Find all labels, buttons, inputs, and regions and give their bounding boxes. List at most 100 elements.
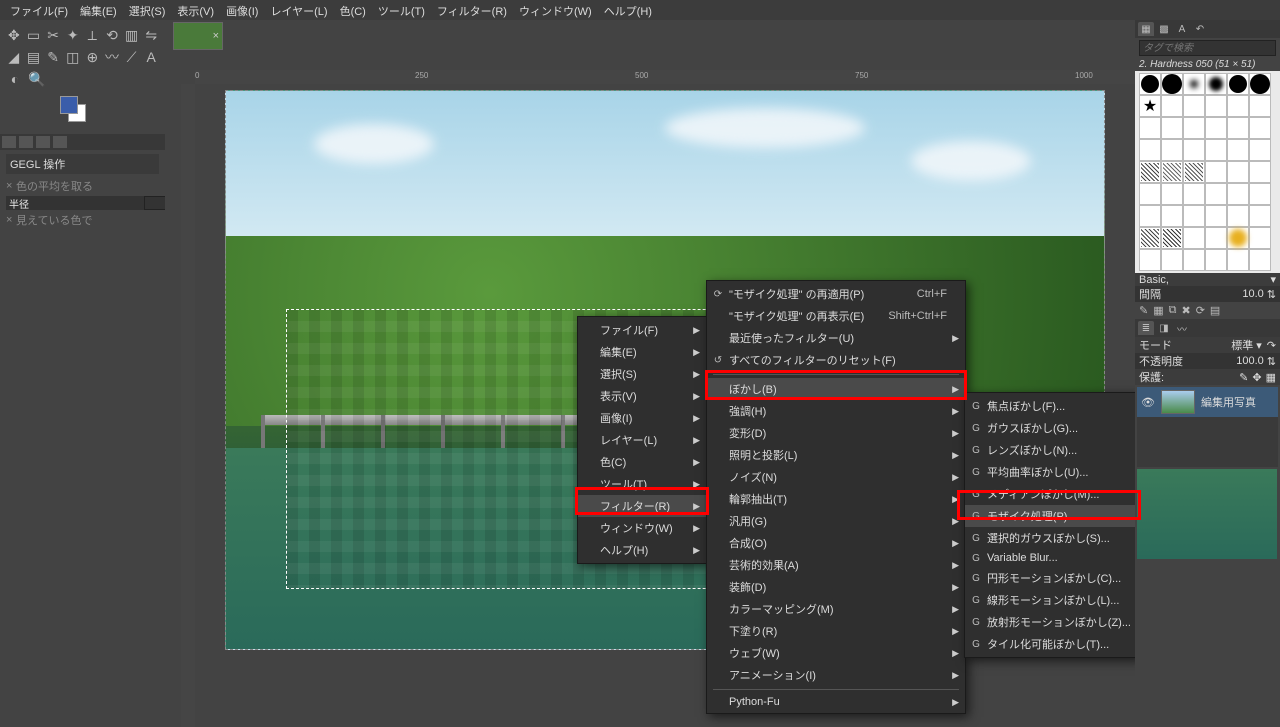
tool-path[interactable]: ⟋: [123, 47, 141, 67]
menu-item[interactable]: Gガウスぼかし(G)...: [965, 417, 1138, 439]
tool-pencil[interactable]: ✎: [44, 47, 62, 67]
brush-item[interactable]: [1205, 205, 1227, 227]
close-icon[interactable]: ×: [213, 30, 219, 42]
brush-item[interactable]: [1205, 95, 1227, 117]
brush-item[interactable]: [1161, 183, 1183, 205]
close-icon[interactable]: ×: [6, 180, 16, 192]
tool-flip[interactable]: ⇋: [142, 25, 160, 45]
menu-item[interactable]: フィルター(R)▶: [578, 495, 706, 517]
tool-gradient[interactable]: ▤: [25, 47, 43, 67]
brush-item[interactable]: [1161, 205, 1183, 227]
menubar-item[interactable]: 選択(S): [123, 2, 172, 18]
menu-item[interactable]: 最近使ったフィルター(U)▶: [707, 327, 965, 349]
paths-tab-icon[interactable]: 〰: [1174, 321, 1190, 335]
tool-fuzzy-select[interactable]: ✦: [64, 25, 82, 45]
menubar-item[interactable]: 編集(E): [74, 2, 123, 18]
brush-item[interactable]: [1227, 205, 1249, 227]
menu-item[interactable]: 色(C)▶: [578, 451, 706, 473]
refresh-icon[interactable]: ⟳: [1196, 304, 1205, 317]
brush-item[interactable]: [1183, 139, 1205, 161]
brush-item[interactable]: [1161, 139, 1183, 161]
context-menu-main[interactable]: ファイル(F)▶編集(E)▶選択(S)▶表示(V)▶画像(I)▶レイヤー(L)▶…: [577, 316, 707, 564]
reset-icon[interactable]: ↷: [1267, 339, 1276, 352]
opacity-value[interactable]: 100.0: [1236, 355, 1264, 367]
delete-icon[interactable]: ✖: [1181, 304, 1190, 317]
brush-item[interactable]: [1161, 117, 1183, 139]
new-icon[interactable]: ▦: [1153, 304, 1163, 317]
menu-item[interactable]: G選択的ガウスぼかし(S)...: [965, 527, 1138, 549]
brush-item[interactable]: [1183, 95, 1205, 117]
menu-item[interactable]: Gタイル化可能ぼかし(T)...: [965, 633, 1138, 655]
menu-item[interactable]: ツール(T)▶: [578, 473, 706, 495]
menu-item[interactable]: G焦点ぼかし(F)...: [965, 395, 1138, 417]
brush-item[interactable]: [1205, 183, 1227, 205]
image-tab[interactable]: ×: [173, 22, 223, 50]
menu-item[interactable]: ウィンドウ(W)▶: [578, 517, 706, 539]
menu-item[interactable]: 芸術的効果(A)▶: [707, 554, 965, 576]
tool-bucket[interactable]: ◢: [5, 47, 23, 67]
menu-item[interactable]: Gレンズぼかし(N)...: [965, 439, 1138, 461]
brush-item[interactable]: [1205, 249, 1227, 271]
history-tab-icon[interactable]: ↶: [1192, 22, 1208, 36]
dropdown-icon[interactable]: ▾: [1256, 339, 1262, 352]
lock-alpha-icon[interactable]: ▦: [1266, 371, 1276, 384]
menu-item[interactable]: 合成(O)▶: [707, 532, 965, 554]
brush-item[interactable]: [1249, 139, 1271, 161]
tool-clone[interactable]: ⊕: [84, 47, 102, 67]
menu-item[interactable]: G放射形モーションぼかし(Z)...: [965, 611, 1138, 633]
brush-item[interactable]: [1249, 227, 1271, 249]
menubar-item[interactable]: ウィンドウ(W): [513, 2, 598, 18]
tool-rect-select[interactable]: ▭: [25, 25, 43, 45]
brush-item[interactable]: [1249, 95, 1271, 117]
menu-item[interactable]: G平均曲率ぼかし(U)...: [965, 461, 1138, 483]
tool-rotate[interactable]: ⟲: [103, 25, 121, 45]
duplicate-icon[interactable]: ⧉: [1169, 304, 1177, 317]
spinner-icon[interactable]: ⇅: [1267, 288, 1276, 301]
brush-item[interactable]: [1227, 117, 1249, 139]
menu-item[interactable]: ↺すべてのフィルターのリセット(F): [707, 349, 965, 371]
brush-item[interactable]: [1161, 249, 1183, 271]
menubar-item[interactable]: 表示(V): [171, 2, 220, 18]
brush-item[interactable]: [1205, 73, 1227, 95]
menubar-item[interactable]: 画像(I): [220, 2, 264, 18]
menubar-item[interactable]: レイヤー(L): [264, 2, 333, 18]
menubar-item[interactable]: フィルター(R): [431, 2, 513, 18]
brush-item[interactable]: [1227, 95, 1249, 117]
channels-tab-icon[interactable]: ◨: [1156, 321, 1172, 335]
layer-row[interactable]: 👁 編集用写真: [1137, 387, 1278, 417]
lock-move-icon[interactable]: ✥: [1252, 371, 1261, 384]
tool-free-select[interactable]: ✂: [44, 25, 62, 45]
brush-item[interactable]: [1183, 205, 1205, 227]
brush-search-input[interactable]: [1139, 40, 1276, 56]
brush-item[interactable]: [1183, 227, 1205, 249]
layer-name[interactable]: 編集用写真: [1201, 394, 1256, 410]
spacing-value[interactable]: 10.0: [1242, 288, 1263, 300]
brush-item[interactable]: [1249, 249, 1271, 271]
menu-item[interactable]: 選択(S)▶: [578, 363, 706, 385]
menu-item[interactable]: 下塗り(R)▶: [707, 620, 965, 642]
tool-smudge[interactable]: 〰: [103, 47, 121, 67]
edit-icon[interactable]: ✎: [1139, 304, 1148, 317]
tool-crop[interactable]: ⟂: [84, 25, 102, 45]
brush-item[interactable]: [1205, 139, 1227, 161]
brush-item[interactable]: [1183, 183, 1205, 205]
open-icon[interactable]: ▤: [1210, 304, 1220, 317]
tool-scale[interactable]: ▥: [123, 25, 141, 45]
menu-item[interactable]: ファイル(F)▶: [578, 319, 706, 341]
menu-item[interactable]: ノイズ(N)▶: [707, 466, 965, 488]
menu-item[interactable]: GVariable Blur...: [965, 549, 1138, 567]
menu-item[interactable]: Gモザイク処理(P)...: [965, 505, 1138, 527]
brush-item[interactable]: [1139, 139, 1161, 161]
menu-item[interactable]: G線形モーションぼかし(L)...: [965, 589, 1138, 611]
menu-item[interactable]: 汎用(G)▶: [707, 510, 965, 532]
menu-item[interactable]: ウェブ(W)▶: [707, 642, 965, 664]
brush-item[interactable]: [1183, 117, 1205, 139]
dock-tab-1[interactable]: [2, 136, 16, 148]
menu-item[interactable]: ヘルプ(H)▶: [578, 539, 706, 561]
close-icon[interactable]: ×: [6, 214, 16, 226]
brush-item[interactable]: [1139, 117, 1161, 139]
brush-item[interactable]: [1249, 205, 1271, 227]
brush-item[interactable]: [1161, 161, 1183, 183]
menubar-item[interactable]: 色(C): [334, 2, 372, 18]
menu-item[interactable]: アニメーション(I)▶: [707, 664, 965, 686]
